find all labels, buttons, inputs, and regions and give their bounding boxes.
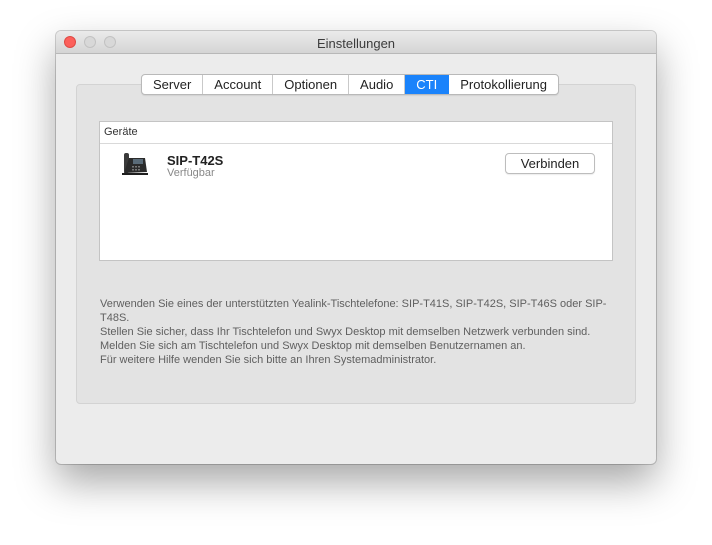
- list-item[interactable]: SIP-T42S Verfügbar Verbinden: [100, 144, 612, 184]
- connect-button[interactable]: Verbinden: [505, 153, 595, 174]
- help-line: Für weitere Hilfe wenden Sie sich bitte …: [100, 354, 437, 366]
- tab-audio[interactable]: Audio: [349, 75, 406, 94]
- help-line: Melden Sie sich am Tischtelefon und Swyx…: [100, 340, 526, 352]
- devices-list-header: Geräte: [100, 122, 612, 144]
- title-bar[interactable]: Einstellungen: [56, 31, 656, 54]
- tab-cti[interactable]: CTI: [405, 75, 450, 94]
- device-status: Verfügbar: [167, 167, 215, 179]
- window-title: Einstellungen: [316, 36, 396, 51]
- help-text: Verwenden Sie eines der unterstützten Ye…: [100, 297, 620, 367]
- device-name: SIP-T42S: [167, 153, 224, 168]
- desk-phone-icon: [122, 153, 148, 175]
- tab-bar: Server Account Optionen Audio CTI Protok…: [141, 74, 559, 95]
- tab-protokollierung[interactable]: Protokollierung: [449, 75, 558, 94]
- help-line: Verwenden Sie eines der unterstützten Ye…: [100, 298, 607, 324]
- tab-server[interactable]: Server: [142, 75, 204, 94]
- help-line: Stellen Sie sicher, dass Ihr Tischtelefo…: [100, 326, 591, 338]
- tab-account[interactable]: Account: [203, 75, 274, 94]
- devices-list: Geräte SIP-T42S Verfügbar Verbinden: [99, 121, 613, 261]
- preferences-window: Einstellungen Server Account Optionen Au…: [56, 31, 656, 464]
- tab-optionen[interactable]: Optionen: [273, 75, 350, 94]
